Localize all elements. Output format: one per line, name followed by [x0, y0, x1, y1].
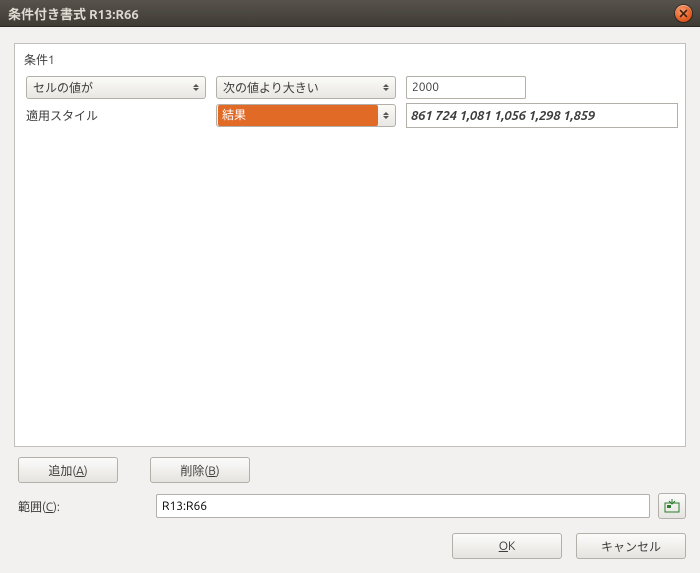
- shrink-range-button[interactable]: [658, 493, 686, 519]
- ok-button[interactable]: OK: [452, 533, 562, 559]
- close-icon[interactable]: [675, 5, 692, 22]
- chevron-updown-icon: [379, 77, 393, 98]
- shrink-icon: [664, 499, 680, 513]
- chevron-updown-icon: [379, 105, 393, 126]
- condition-mode-text: セルの値が: [27, 79, 205, 96]
- condition-row-1: セルの値が 次の値より大きい: [26, 76, 678, 99]
- condition-operator-text: 次の値より大きい: [217, 79, 395, 96]
- style-preview-text: 861 724 1,081 1,056 1,298 1,859: [411, 109, 595, 123]
- apply-style-text: 結果: [218, 105, 378, 126]
- condition-row-2: 適用スタイル 結果 861 724 1,081 1,056 1,298 1,85…: [26, 103, 678, 128]
- range-row: 範囲(C):: [18, 493, 686, 519]
- titlebar: 条件付き書式 R13:R66: [0, 0, 700, 27]
- conditions-list: 条件1 セルの値が 次の値より大きい 適用スタイル 結果: [14, 43, 686, 447]
- cancel-button[interactable]: キャンセル: [576, 533, 686, 559]
- range-input[interactable]: [156, 494, 650, 518]
- add-button[interactable]: 追加(A): [18, 457, 118, 483]
- dialog-body: 条件1 セルの値が 次の値より大きい 適用スタイル 結果: [0, 27, 700, 573]
- dialog-footer: OK キャンセル: [14, 533, 686, 559]
- condition-title: 条件1: [22, 49, 678, 72]
- range-label: 範囲(C):: [18, 498, 148, 515]
- list-buttons: 追加(A) 削除(B): [18, 457, 686, 483]
- window-title: 条件付き書式 R13:R66: [8, 4, 675, 23]
- condition-value-input[interactable]: [406, 76, 526, 99]
- style-preview: 861 724 1,081 1,056 1,298 1,859: [406, 103, 678, 128]
- apply-style-combo[interactable]: 結果: [216, 104, 396, 127]
- apply-style-label: 適用スタイル: [26, 107, 206, 124]
- chevron-updown-icon: [189, 77, 203, 98]
- condition-group-1[interactable]: 条件1 セルの値が 次の値より大きい 適用スタイル 結果: [15, 44, 685, 136]
- delete-button[interactable]: 削除(B): [150, 457, 250, 483]
- condition-mode-combo[interactable]: セルの値が: [26, 76, 206, 99]
- dialog-window: 条件付き書式 R13:R66 条件1 セルの値が 次の値より大きい: [0, 0, 700, 573]
- condition-operator-combo[interactable]: 次の値より大きい: [216, 76, 396, 99]
